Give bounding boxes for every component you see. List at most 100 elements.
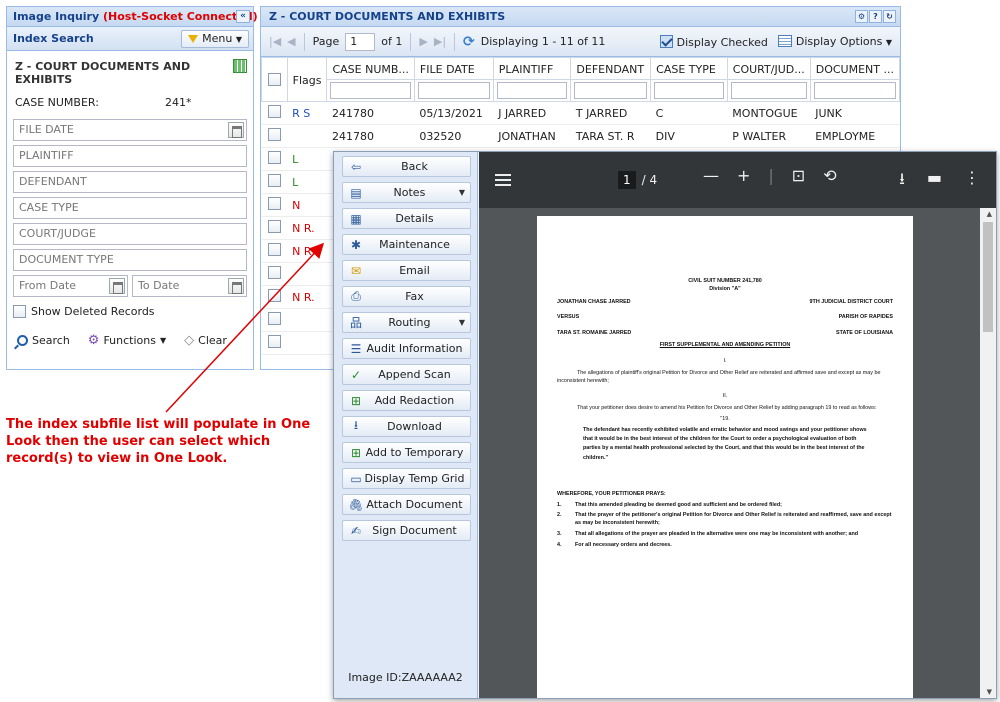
column-filter-input[interactable]: [813, 82, 896, 99]
plaintiff-field[interactable]: PLAINTIFF: [13, 145, 247, 167]
notes-button[interactable]: ▤ Notes ▼: [342, 182, 471, 203]
show-deleted-checkbox[interactable]: [13, 305, 26, 318]
calendar-icon[interactable]: [228, 122, 244, 138]
column-header[interactable]: DOCUMENT ...: [809, 57, 901, 80]
pdf-viewer: 1 / 4 — + | ⊡ ⟲ ⭳ ▬ ⋮ CIVIL SUIT NUMBER …: [479, 152, 996, 698]
flags-cell: [287, 262, 327, 286]
sign-document-button[interactable]: ✍ Sign Document: [342, 520, 471, 541]
column-filter-input[interactable]: [654, 82, 724, 99]
fit-page-icon[interactable]: ⊡: [792, 166, 805, 185]
column-filter-input[interactable]: [417, 82, 490, 99]
pdf-scrollbar[interactable]: ▲ ▼: [980, 208, 996, 698]
attach-document-button[interactable]: 🖇 Attach Document: [342, 494, 471, 515]
collapse-panel-button[interactable]: «: [236, 10, 250, 23]
details-button[interactable]: ▦ Details: [342, 208, 471, 229]
file-date-field[interactable]: FILE DATE: [13, 119, 247, 141]
pdf-scroll-thumb[interactable]: [983, 222, 993, 332]
table-row[interactable]: 241780 032520 JONATHAN TARA ST. R DIV P WALTE…: [261, 124, 900, 148]
column-filter-input[interactable]: [730, 82, 807, 99]
search-button[interactable]: Search: [13, 331, 74, 350]
row-checkbox[interactable]: [267, 128, 281, 141]
column-header[interactable]: CASE NUMB...: [326, 57, 415, 80]
column-header[interactable]: FILE DATE: [413, 57, 494, 80]
column-filter-input[interactable]: [496, 82, 568, 99]
button-label: Download: [387, 420, 442, 433]
menu-icon[interactable]: [495, 174, 511, 186]
calendar-icon[interactable]: [109, 278, 125, 294]
filter-cell: [492, 79, 572, 102]
prev-page-icon[interactable]: ◀: [287, 35, 295, 48]
maintenance-button[interactable]: ✱ Maintenance: [342, 234, 471, 255]
show-deleted-row: Show Deleted Records: [13, 301, 247, 322]
paging-toolbar: |◀ ◀ Page 1 of 1 ▶ ▶| ⟳ Displaying 1 - 1…: [261, 27, 900, 57]
pdf-page-input[interactable]: 1: [618, 171, 636, 189]
column-header[interactable]: COURT/JUD...: [726, 57, 811, 80]
column-header[interactable]: Flags: [286, 57, 328, 102]
annotation-callout: The index subfile list will populate in …: [6, 417, 311, 466]
rotate-icon[interactable]: ⟲: [823, 166, 836, 185]
column-header[interactable]: CASE TYPE: [650, 57, 728, 80]
row-checkbox[interactable]: [267, 197, 281, 210]
row-checkbox[interactable]: [267, 174, 281, 187]
back-button[interactable]: ⇦ Back: [342, 156, 471, 177]
row-checkbox[interactable]: [267, 289, 281, 302]
column-filter-input[interactable]: [574, 82, 648, 99]
routing-button[interactable]: 品 Routing ▼: [342, 312, 471, 333]
add-redaction-button[interactable]: ⊞ Add Redaction: [342, 390, 471, 411]
row-checkbox[interactable]: [267, 335, 281, 348]
defendant-field[interactable]: DEFENDANT: [13, 171, 247, 193]
zoom-out-icon[interactable]: —: [703, 166, 719, 185]
download-button[interactable]: ⭳ Download: [342, 416, 471, 437]
select-all-checkbox[interactable]: [267, 72, 281, 86]
row-checkbox[interactable]: [267, 220, 281, 233]
column-header[interactable]: DEFENDANT: [570, 57, 652, 80]
settings-icon[interactable]: ⚙: [855, 10, 868, 23]
table-row[interactable]: R S 241780 05/13/2021 J JARRED T JARRED C MONT…: [261, 101, 900, 125]
refresh-icon[interactable]: ↻: [883, 10, 896, 23]
column-filter-input[interactable]: [330, 82, 411, 99]
row-checkbox[interactable]: [267, 151, 281, 164]
audit-information-button[interactable]: ☰ Audit Information: [342, 338, 471, 359]
page-input[interactable]: 1: [345, 32, 376, 51]
next-page-icon[interactable]: ▶: [419, 35, 427, 48]
scroll-down-icon[interactable]: ▼: [987, 688, 992, 696]
last-page-icon[interactable]: ▶|: [434, 35, 446, 48]
from-date-field[interactable]: From Date: [13, 275, 128, 297]
menu-button[interactable]: Menu ▼: [181, 30, 249, 48]
print-icon[interactable]: ▬: [927, 168, 942, 195]
refresh-icon[interactable]: ⟳: [463, 34, 475, 50]
case-type-field[interactable]: CASE TYPE: [13, 197, 247, 219]
first-page-icon[interactable]: |◀: [269, 35, 281, 48]
scroll-up-icon[interactable]: ▲: [987, 210, 992, 218]
case-number-value[interactable]: 241*: [165, 96, 192, 109]
row-checkbox[interactable]: [267, 105, 281, 118]
display-options-button[interactable]: Display Options ▼: [777, 35, 892, 48]
index-search-header: Index Search Menu ▼: [7, 27, 253, 51]
fax-button[interactable]: ⎙ Fax: [342, 286, 471, 307]
row-checkbox[interactable]: [267, 266, 281, 279]
more-options-icon[interactable]: ⋮: [964, 168, 980, 195]
calendar-icon[interactable]: [228, 278, 244, 294]
zoom-in-icon[interactable]: +: [737, 166, 750, 185]
document-type-field[interactable]: DOCUMENT TYPE: [13, 249, 247, 271]
display-temp-grid-button[interactable]: ▭ Display Temp Grid: [342, 468, 471, 489]
grid-view-icon[interactable]: [233, 59, 247, 73]
doc-party-row: JONATHAN CHASE JARRED 9TH JUDICIAL DISTRI…: [557, 299, 893, 307]
add-to-temporary-button[interactable]: ⊞ Add to Temporary: [342, 442, 471, 463]
file-date-cell: 032520: [414, 124, 494, 148]
functions-button[interactable]: ⚙ Functions ▼: [84, 330, 170, 351]
column-header[interactable]: PLAINTIFF: [492, 57, 572, 80]
button-label: Fax: [405, 290, 424, 303]
append-scan-button[interactable]: ✓ Append Scan: [342, 364, 471, 385]
clear-button[interactable]: ◇ Clear: [180, 330, 231, 351]
row-checkbox[interactable]: [267, 312, 281, 325]
row-checkbox[interactable]: [267, 243, 281, 256]
court-judge-field[interactable]: COURT/JUDGE: [13, 223, 247, 245]
display-checked-button[interactable]: Display Checked: [659, 34, 768, 49]
to-date-field[interactable]: To Date: [132, 275, 247, 297]
case-type-placeholder: CASE TYPE: [19, 201, 79, 214]
select-all-header[interactable]: [261, 57, 288, 102]
help-icon[interactable]: ?: [869, 10, 882, 23]
email-button[interactable]: ✉ Email: [342, 260, 471, 281]
download-icon[interactable]: ⭳: [899, 168, 905, 195]
